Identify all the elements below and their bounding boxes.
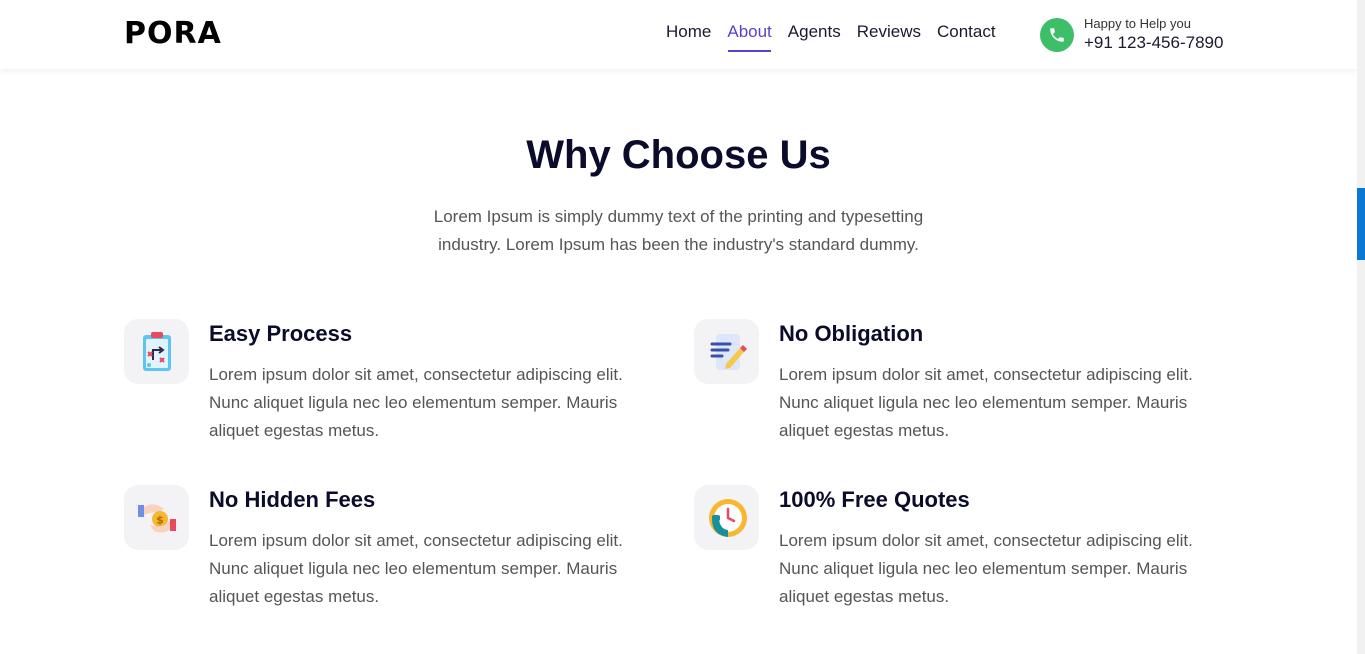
phone-contact[interactable]: Happy to Help you +91 123-456-7890 (1040, 16, 1223, 54)
clipboard-plan-icon (124, 319, 189, 384)
svg-text:$: $ (156, 513, 164, 526)
feature-text: Lorem ipsum dolor sit amet, consectetur … (209, 531, 623, 606)
nav-home[interactable]: Home (666, 22, 711, 52)
main-nav: Home About Agents Reviews Contact (666, 22, 996, 52)
hand-coin-icon: $ (124, 485, 189, 550)
clock-phone-icon (694, 485, 759, 550)
feature-text: Lorem ipsum dolor sit amet, consectetur … (779, 531, 1193, 606)
logo[interactable]: PORA (124, 16, 222, 51)
section-title: Why Choose Us (526, 133, 831, 177)
nav-contact[interactable]: Contact (937, 22, 996, 52)
nav-agents[interactable]: Agents (788, 22, 841, 52)
feature-text: Lorem ipsum dolor sit amet, consectetur … (209, 365, 623, 440)
phone-number[interactable]: +91 123-456-7890 (1084, 32, 1223, 53)
feature-title: Easy Process (209, 321, 353, 346)
nav-reviews[interactable]: Reviews (857, 22, 921, 52)
feature-title: No Obligation (779, 321, 924, 346)
site-header: PORA Home About Agents Reviews Contact H… (0, 0, 1357, 69)
phone-label: Happy to Help you (1084, 16, 1191, 31)
page-scrollbar[interactable] (1357, 0, 1365, 654)
feature-title: No Hidden Fees (209, 487, 376, 512)
feature-title: 100% Free Quotes (779, 487, 970, 512)
phone-icon (1040, 17, 1074, 52)
scrollbar-thumb[interactable] (1357, 188, 1365, 260)
document-pencil-icon (694, 319, 759, 384)
section-description: Lorem Ipsum is simply dummy text of the … (433, 207, 924, 254)
feature-text: Lorem ipsum dolor sit amet, consectetur … (779, 365, 1193, 440)
nav-about[interactable]: About (727, 22, 772, 52)
